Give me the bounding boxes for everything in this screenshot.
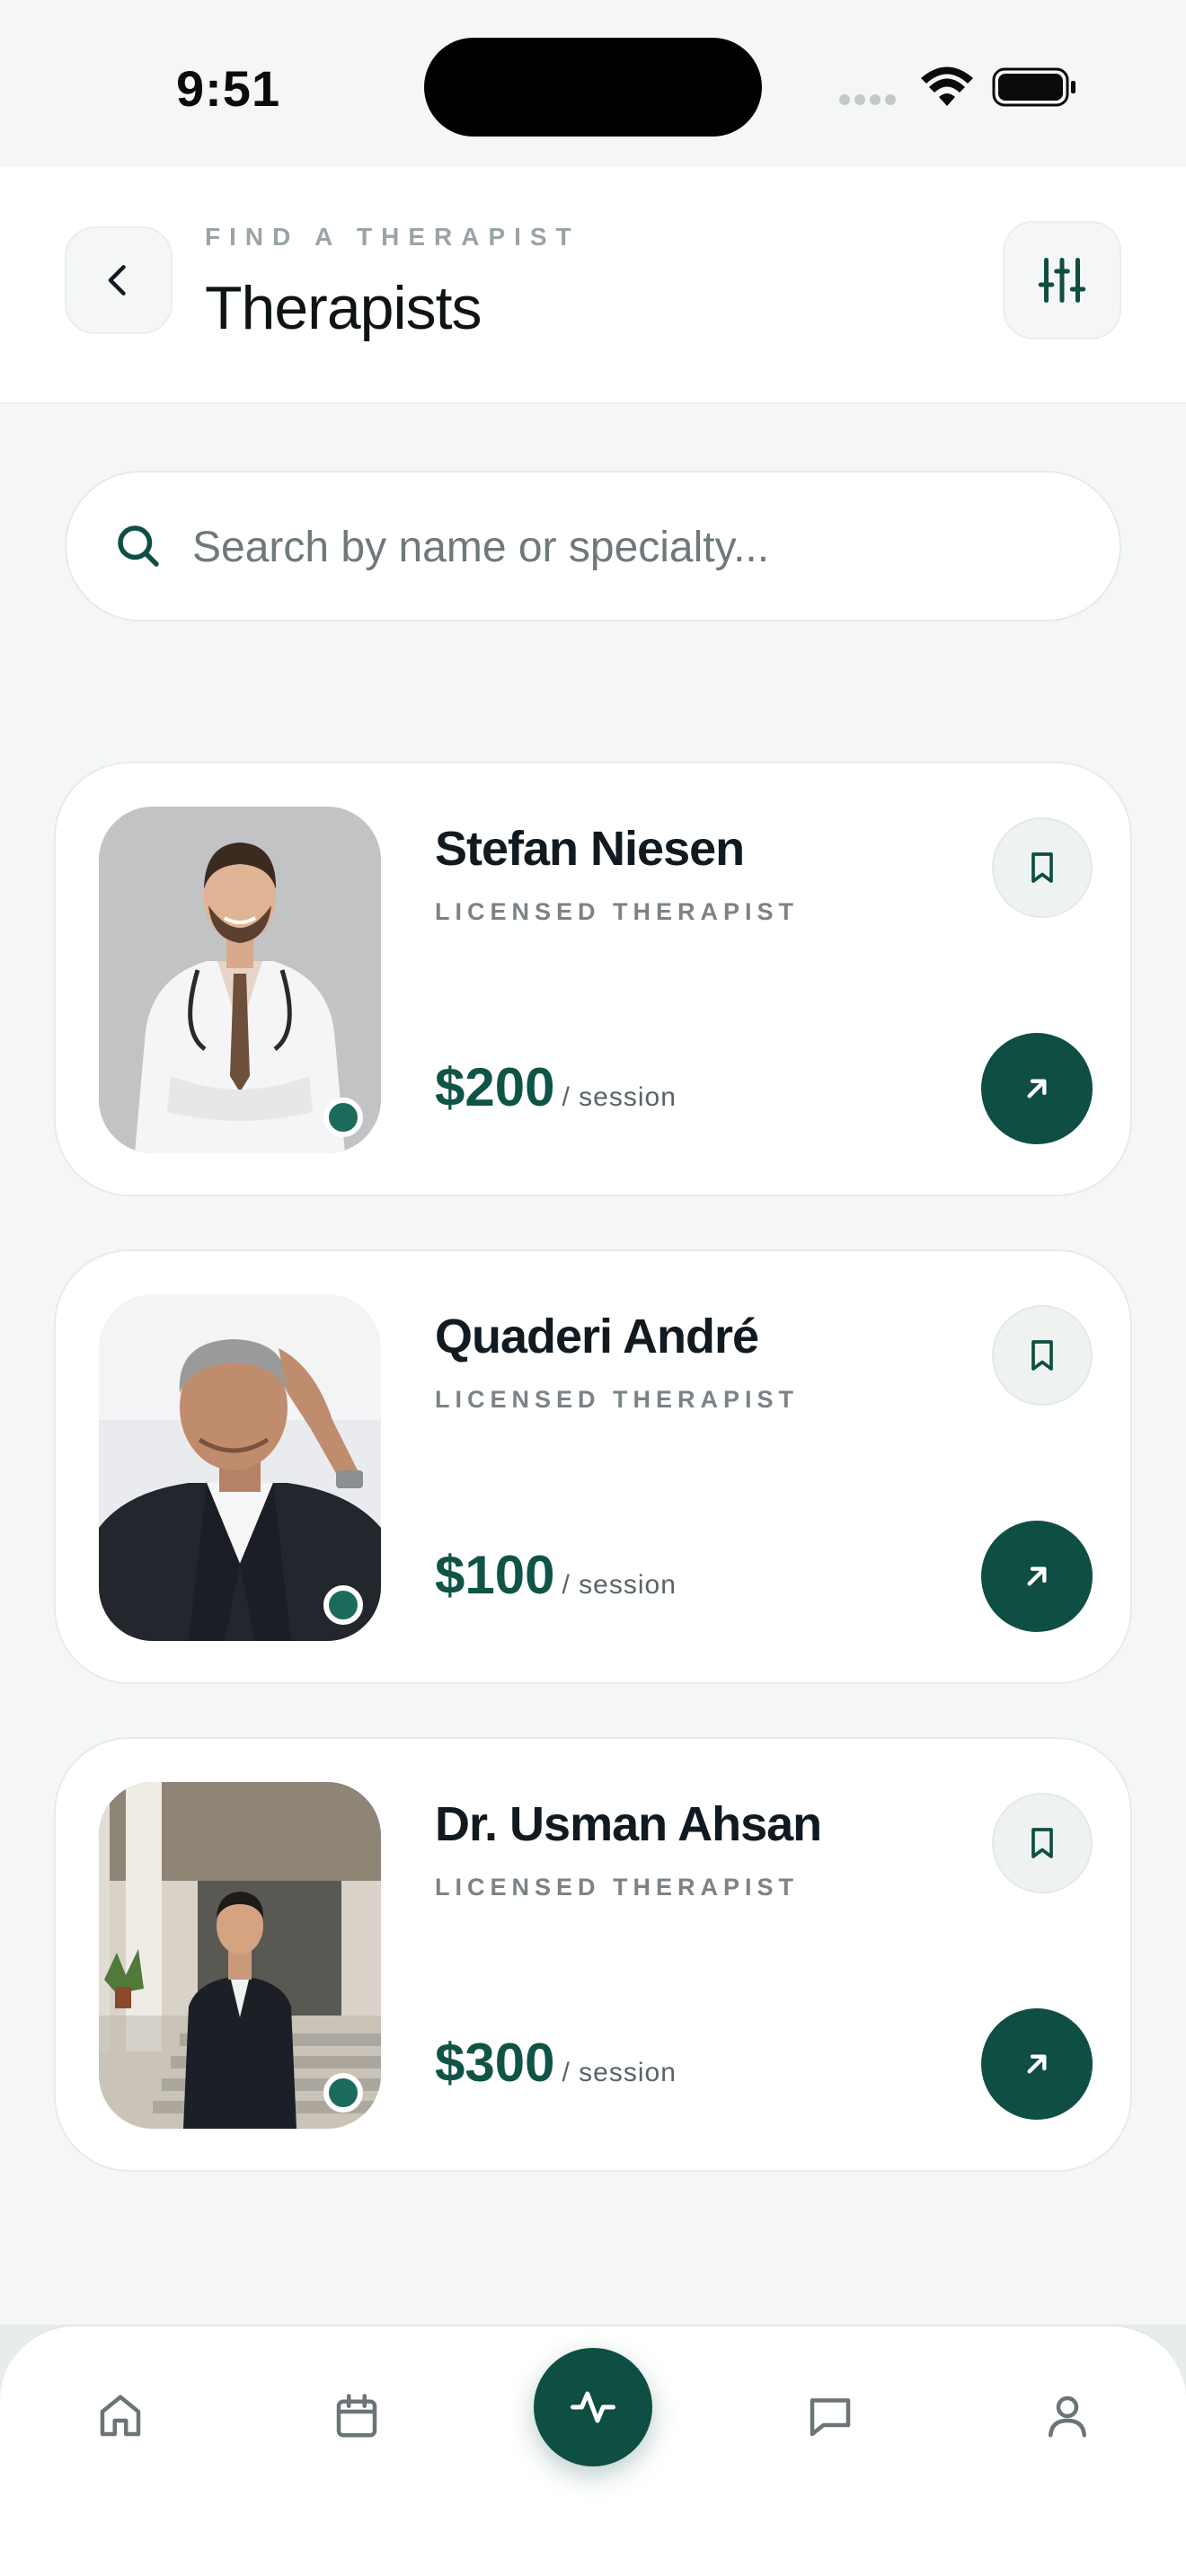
status-time: 9:51 (176, 60, 281, 117)
sliders-icon (1038, 258, 1086, 303)
search-input[interactable]: Search by name or specialty... (65, 471, 1121, 622)
nav-home[interactable] (84, 2380, 156, 2452)
open-profile-button[interactable] (981, 2008, 1093, 2120)
bookmark-icon (1031, 1340, 1053, 1371)
price-amount: $300 (435, 2033, 555, 2093)
online-status-dot (323, 2073, 363, 2113)
page-eyebrow: FIND A THERAPIST (205, 223, 580, 251)
bookmark-button[interactable] (992, 1305, 1093, 1406)
therapist-role: LICENSED THERAPIST (435, 1874, 800, 1901)
nav-profile[interactable] (1031, 2380, 1103, 2452)
battery-icon (992, 66, 1078, 112)
profile-icon (1049, 2395, 1086, 2438)
therapist-card[interactable]: Stefan Niesen LICENSED THERAPIST $200/ s… (54, 762, 1132, 1196)
therapist-name: Stefan Niesen (435, 822, 745, 876)
bookmark-icon (1031, 1828, 1053, 1858)
search-placeholder: Search by name or specialty... (192, 524, 770, 571)
nav-activity[interactable] (534, 2348, 652, 2466)
dynamic-island (424, 38, 762, 137)
price-unit: / session (562, 1082, 677, 1112)
bookmark-button[interactable] (992, 817, 1093, 918)
arrow-up-right-icon (1027, 2054, 1047, 2074)
status-bar: 9:51 (0, 0, 1186, 167)
therapist-role: LICENSED THERAPIST (435, 1386, 800, 1413)
chevron-left-icon (108, 265, 126, 296)
price-unit: / session (562, 2058, 677, 2087)
price-unit: / session (562, 1570, 677, 1600)
session-price: $100/ session (435, 1544, 677, 1606)
arrow-up-right-icon (1027, 1079, 1047, 1098)
therapist-name: Quaderi André (435, 1310, 759, 1363)
online-status-dot (323, 1585, 363, 1625)
app-header: FIND A THERAPIST Therapists (0, 167, 1186, 404)
chat-icon (810, 2398, 851, 2437)
online-status-dot (323, 1098, 363, 1137)
bookmark-button[interactable] (992, 1793, 1093, 1893)
session-price: $200/ session (435, 1056, 677, 1118)
therapist-card[interactable]: Quaderi André LICENSED THERAPIST $100/ s… (54, 1249, 1132, 1684)
therapist-card[interactable]: Dr. Usman Ahsan LICENSED THERAPIST $300/… (54, 1737, 1132, 2172)
filter-button[interactable] (1003, 221, 1121, 340)
bookmark-icon (1031, 852, 1053, 883)
calendar-icon (336, 2394, 377, 2438)
home-icon (100, 2395, 141, 2437)
session-price: $300/ session (435, 2032, 677, 2094)
therapist-role: LICENSED THERAPIST (435, 898, 800, 925)
open-profile-button[interactable] (981, 1033, 1093, 1144)
wifi-icon (920, 66, 974, 112)
back-button[interactable] (65, 226, 173, 334)
therapist-name: Dr. Usman Ahsan (435, 1797, 822, 1851)
nav-calendar[interactable] (321, 2380, 393, 2452)
open-profile-button[interactable] (981, 1521, 1093, 1632)
search-icon (118, 525, 159, 567)
cellular-signal-icon (839, 93, 900, 110)
bottom-nav (0, 2325, 1186, 2576)
price-amount: $200 (435, 1057, 555, 1117)
arrow-up-right-icon (1027, 1566, 1047, 1586)
page-title: Therapists (205, 274, 482, 342)
nav-messages[interactable] (794, 2380, 866, 2452)
price-amount: $100 (435, 1545, 555, 1605)
activity-icon (571, 2391, 615, 2423)
